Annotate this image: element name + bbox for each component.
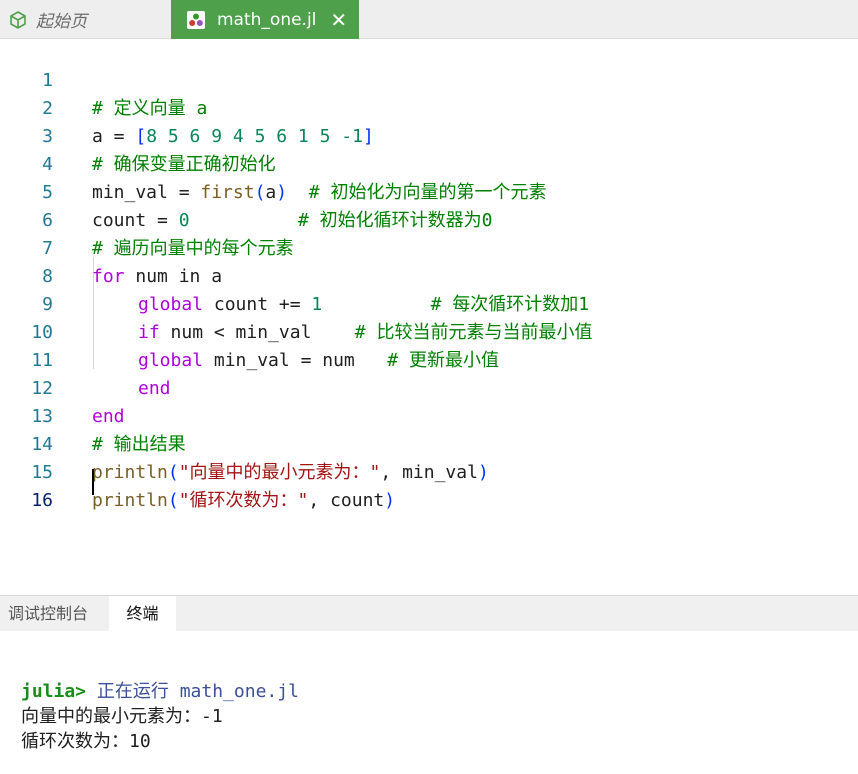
terminal-line: julia> 正在运行 math_one.jl — [21, 680, 299, 704]
keyword: end — [92, 406, 125, 427]
code-line: 3 # 确保变量正确初始化 — [0, 95, 276, 175]
tab-start-page-label: 起始页 — [36, 12, 87, 32]
code-text: num in a — [124, 266, 223, 287]
paren: ( — [254, 182, 266, 203]
string-literal: "向量中的最小元素为：" — [178, 462, 381, 483]
comment: # 输出结果 — [92, 434, 186, 455]
code-line: 6 # 遍历向量中的每个元素 — [0, 179, 294, 259]
function-name: println — [92, 462, 168, 483]
number-literal: 8 5 6 9 4 5 6 1 5 -1 — [146, 126, 363, 147]
keyword: for — [92, 266, 125, 287]
paren: ) — [384, 490, 396, 511]
code-line: 10 global min_val = num # 更新最小值 — [0, 291, 499, 371]
code-text: a — [265, 182, 277, 203]
tab-math-one[interactable]: math_one.jl ✕ — [171, 0, 359, 39]
tab-debug-console[interactable]: 调试控制台 — [8, 596, 88, 631]
terminal-output[interactable]: julia> 正在运行 math_one.jl 向量中的最小元素为：-1 循环次… — [0, 631, 858, 774]
paren: ) — [276, 182, 288, 203]
code-line: 14 println("向量中的最小元素为：", min_val) — [0, 403, 488, 483]
tab-math-one-label: math_one.jl — [217, 9, 317, 30]
code-text: count += — [203, 294, 312, 315]
code-line: 12 end — [0, 347, 124, 427]
function-name: first — [200, 182, 255, 203]
comment: # 定义向量 a — [92, 98, 208, 119]
code-line: 4 min_val = first(a) # 初始化为向量的第一个元素 — [0, 123, 546, 203]
code-text: , min_val — [380, 462, 478, 483]
terminal-line: 循环次数为：10 — [21, 731, 151, 752]
tab-start-page[interactable]: 起始页 — [0, 0, 168, 39]
paren: ) — [477, 462, 489, 483]
julia-prompt: julia> — [21, 681, 87, 702]
keyword: global — [138, 294, 204, 315]
comment: # 更新最小值 — [387, 350, 499, 371]
cube-icon — [8, 10, 28, 30]
keyword: if — [138, 322, 160, 343]
text-cursor — [92, 469, 94, 495]
comment: # 比较当前元素与当前最小值 — [354, 322, 593, 343]
code-editor[interactable]: 1 # 定义向量 a 2 a = [8 5 6 9 4 5 6 1 5 -1] … — [0, 39, 858, 595]
code-line: 1 # 定义向量 a — [0, 39, 207, 119]
julia-file-icon — [187, 10, 205, 29]
code-line: 5 count = 0 # 初始化循环计数器为0 — [0, 151, 492, 231]
code-line: 15 println("循环次数为：", count) — [0, 431, 395, 511]
code-text: count = — [92, 210, 179, 231]
code-line: 11 end — [0, 319, 170, 399]
comment: # 初始化为向量的第一个元素 — [308, 182, 547, 203]
panel-tab-bar: 调试控制台 终端 — [0, 595, 858, 631]
code-text: min_val = num — [203, 350, 388, 371]
code-line: 13 # 输出结果 — [0, 375, 185, 455]
tab-terminal[interactable]: 终端 — [109, 596, 176, 631]
keyword: end — [138, 378, 171, 399]
bracket: ] — [362, 126, 374, 147]
running-status: 正在运行 math_one.jl — [86, 681, 299, 702]
code-text: num < min_val — [159, 322, 355, 343]
code-text: , count — [308, 490, 385, 511]
code-line: 7 for num in a — [0, 207, 222, 287]
code-line: 2 a = [8 5 6 9 4 5 6 1 5 -1] — [0, 67, 374, 147]
line-number: 16 — [31, 490, 53, 511]
function-name: println — [92, 490, 168, 511]
bracket: [ — [135, 126, 147, 147]
comment: # 确保变量正确初始化 — [92, 154, 276, 175]
paren: ( — [167, 462, 179, 483]
paren: ( — [167, 490, 179, 511]
code-line: 8 global count += 1 # 每次循环计数加1 — [0, 235, 589, 315]
code-line: 9 if num < min_val # 比较当前元素与当前最小值 — [0, 263, 592, 343]
terminal-line: 向量中的最小元素为：-1 — [21, 706, 223, 727]
close-icon[interactable]: ✕ — [330, 10, 347, 30]
comment: # 遍历向量中的每个元素 — [92, 238, 294, 259]
number-literal: 1 — [311, 294, 323, 315]
code-text: a = — [92, 126, 136, 147]
comment: # 每次循环计数加1 — [430, 294, 590, 315]
code-line: 16 — [0, 459, 53, 511]
keyword: global — [138, 350, 204, 371]
comment: # 初始化循环计数器为0 — [297, 210, 493, 231]
code-text: min_val = — [92, 182, 201, 203]
string-literal: "循环次数为：" — [178, 490, 309, 511]
number-literal: 0 — [178, 210, 190, 231]
editor-tab-bar: 起始页 math_one.jl ✕ — [0, 0, 858, 39]
